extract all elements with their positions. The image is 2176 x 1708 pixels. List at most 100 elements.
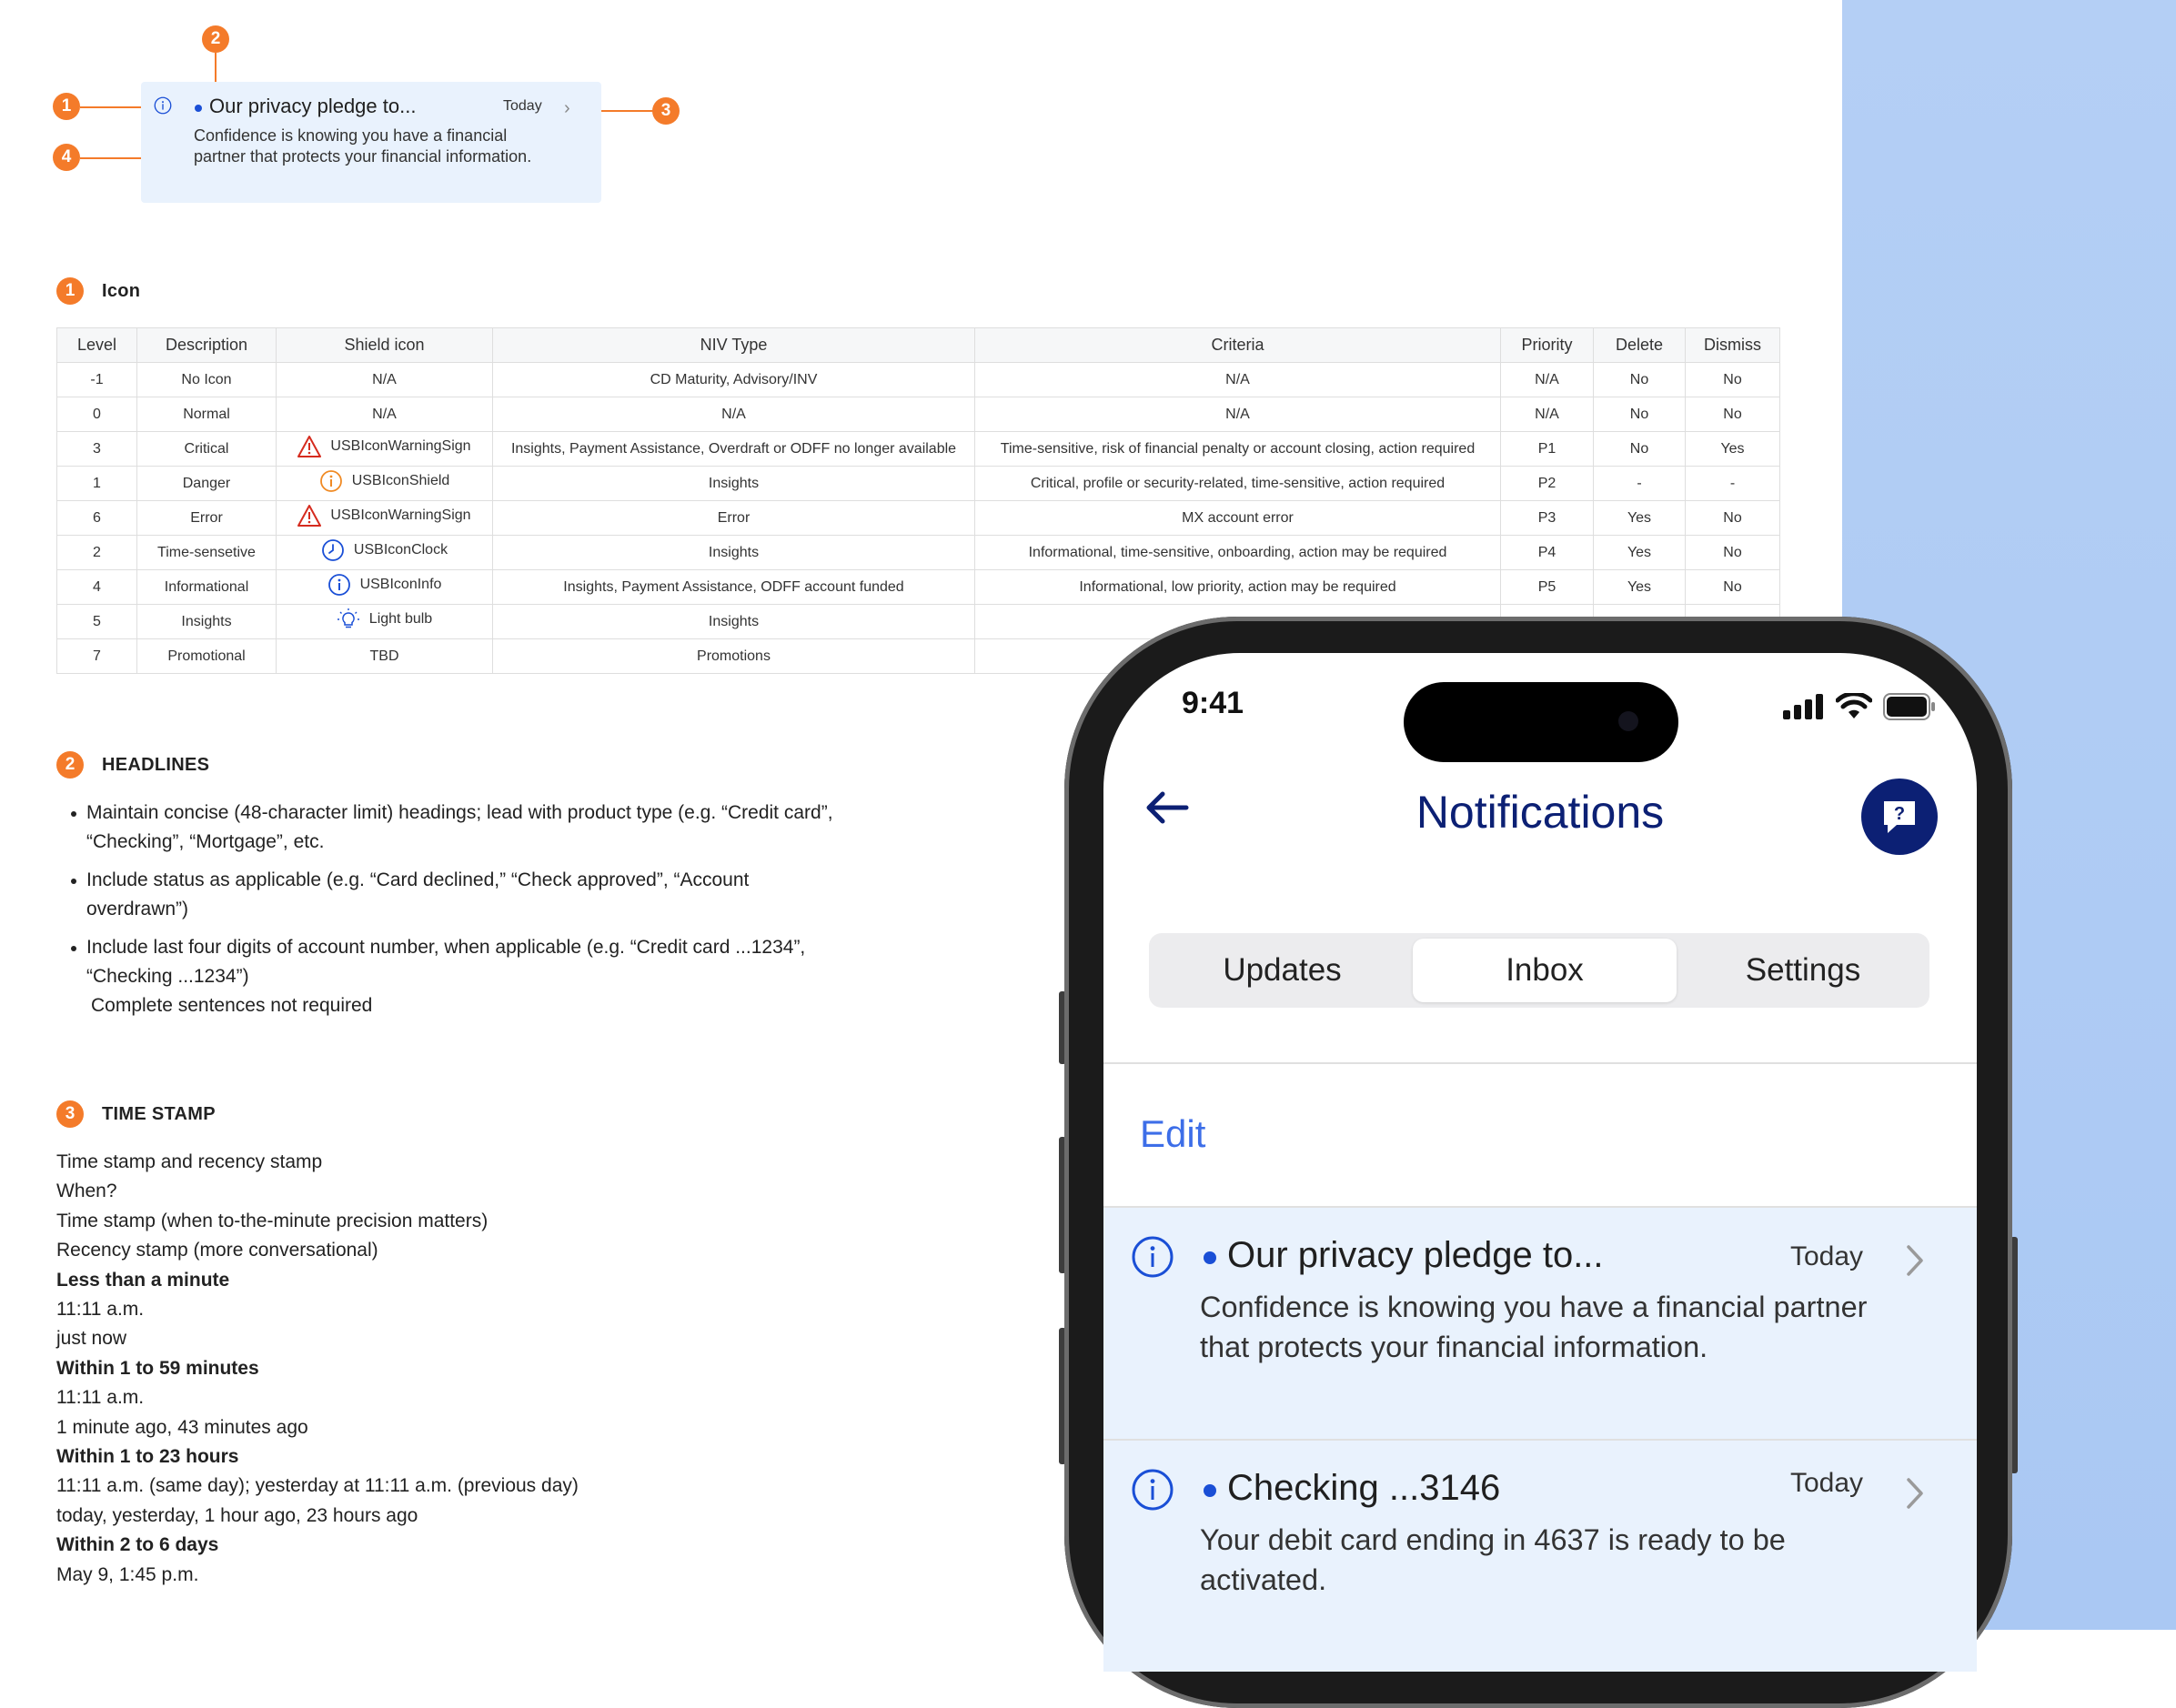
table-cell-dismiss: No [1685,535,1780,570]
callout-badge-1: 1 [53,93,80,120]
callout-badge-3: 3 [652,97,680,125]
table-cell-level: 5 [56,604,137,639]
lightbulb-icon [337,608,360,631]
table-cell-level: 0 [56,397,137,432]
timestamp-subheading: Within 1 to 59 minutes [56,1357,259,1379]
table-cell-criteria: MX account error [974,500,1501,536]
info-icon [327,573,351,597]
table-cell-criteria: N/A [974,362,1501,397]
table-cell-description: Time-sensetive [136,535,277,570]
timestamp-line: May 9, 1:45 p.m. [56,1563,199,1585]
edit-button[interactable]: Edit [1140,1112,1205,1156]
column-header: Priority [1500,327,1594,363]
section-timestamp-header: 3 TIME STAMP [56,1100,216,1128]
timestamp-subheading: Within 1 to 23 hours [56,1446,239,1468]
shield-icon-name: USBIconShield [351,473,450,488]
tab-updates[interactable]: Updates [1149,939,1415,1002]
timestamp-line: 11:11 a.m. (same day); yesterday at 11:1… [56,1475,579,1497]
shield-icon-name: USBIconClock [353,542,448,558]
table-cell-niv: CD Maturity, Advisory/INV [492,362,975,397]
section-badge: 1 [56,277,84,305]
timestamp-subheading: Within 2 to 6 days [56,1534,219,1556]
section-title: TIME STAMP [102,1103,216,1124]
status-time: 9:41 [1182,686,1244,720]
sample-notification-card: Our privacy pledge to... Today › Confide… [141,82,601,203]
table-cell-description: Critical [136,431,277,467]
table-cell-criteria: N/A [974,397,1501,432]
timestamp-line: 1 minute ago, 43 minutes ago [56,1416,308,1438]
table-cell-niv: Insights [492,535,975,570]
notification-item[interactable]: Our privacy pledge to... Today Confidenc… [1103,1208,1977,1439]
table-cell-shield: USBIconInfo [276,569,493,605]
unread-dot [195,105,202,112]
shield-icon-name: N/A [372,371,397,387]
card-time: Today [503,98,542,114]
table-cell-shield: USBIconWarningSign [276,500,493,536]
headlines-guidelines: Maintain concise (48-character limit) he… [56,799,848,1020]
column-header: NIV Type [492,327,975,363]
table-cell-description: Promotional [136,638,277,674]
timestamp-subheading: Less than a minute [56,1269,230,1291]
table-cell-dismiss: No [1685,500,1780,536]
table-cell-criteria: Informational, time-sensitive, onboardin… [974,535,1501,570]
section-headlines-header: 2 HEADLINES [56,751,209,779]
shield-icon-name: USBIconWarningSign [330,507,471,523]
list-item: Maintain concise (48-character limit) he… [56,799,848,857]
table-row: 0 Normal N/A N/A N/A N/A No No [56,397,1780,432]
card-title: Our privacy pledge to... [209,95,417,117]
table-cell-delete: - [1593,466,1686,501]
table-cell-description: Danger [136,466,277,501]
table-cell-niv: Insights [492,466,975,501]
table-cell-dismiss: No [1685,397,1780,432]
table-cell-level: 1 [56,466,137,501]
section-title: Icon [102,280,141,301]
table-cell-dismiss: - [1685,466,1780,501]
anatomy-diagram: 1 2 3 4 Our privacy pledge to... Today ›… [0,0,691,218]
tab-settings[interactable]: Settings [1677,939,1929,1002]
section-title: HEADLINES [102,754,210,775]
headlines-note: Complete sentences not required [91,995,373,1016]
table-cell-niv: Promotions [492,638,975,674]
list-item: Include last four digits of account numb… [56,933,848,991]
table-cell-priority: P5 [1500,569,1594,605]
table-cell-description: Insights [136,604,277,639]
help-chat-button[interactable]: ? [1861,779,1938,855]
table-cell-dismiss: No [1685,362,1780,397]
table-cell-priority: N/A [1500,362,1594,397]
table-cell-delete: Yes [1593,535,1686,570]
table-cell-description: Error [136,500,277,536]
column-header: Level [56,327,137,363]
table-cell-level: 7 [56,638,137,674]
table-row: 6 Error USBIconWarningSign Error MX account … [56,500,1780,536]
chevron-right-icon [1907,1478,1923,1509]
table-cell-shield: N/A [276,397,493,432]
card-body: Confidence is knowing you have a financi… [194,126,532,166]
column-header: Delete [1593,327,1686,363]
tab-inbox[interactable]: Inbox [1413,939,1677,1002]
wifi-icon [1836,693,1872,718]
timestamp-line: just now [56,1328,127,1350]
table-row: 1 Danger USBIconShield Insights Critical, pr… [56,466,1780,501]
table-header-row: Level Description Shield icon NIV Type C… [56,327,1780,363]
table-cell-level: 6 [56,500,137,536]
timestamp-line: Recency stamp (more conversational) [56,1240,378,1261]
shield-info-icon [319,469,343,493]
info-icon [1132,1469,1174,1511]
notification-item[interactable]: Checking ...3146 Today Your debit card e… [1103,1441,1977,1672]
notification-title: Our privacy pledge to... [1227,1235,1604,1275]
dynamic-island [1404,682,1678,762]
timestamp-line: 11:11 a.m. [56,1299,145,1321]
list-item: Include status as applicable (e.g. “Card… [56,866,848,924]
shield-icon-name: Light bulb [368,611,433,627]
battery-icon [1883,693,1935,720]
notification-time: Today [1790,1468,1864,1498]
table-cell-dismiss: Yes [1685,431,1780,467]
column-header: Criteria [974,327,1501,363]
warning-icon [297,435,322,458]
table-cell-criteria: Informational, low priority, action may … [974,569,1501,605]
column-header: Shield icon [276,327,493,363]
table-cell-priority: P3 [1500,500,1594,536]
table-cell-level: 2 [56,535,137,570]
table-cell-priority: P4 [1500,535,1594,570]
camera-icon [1618,711,1638,731]
